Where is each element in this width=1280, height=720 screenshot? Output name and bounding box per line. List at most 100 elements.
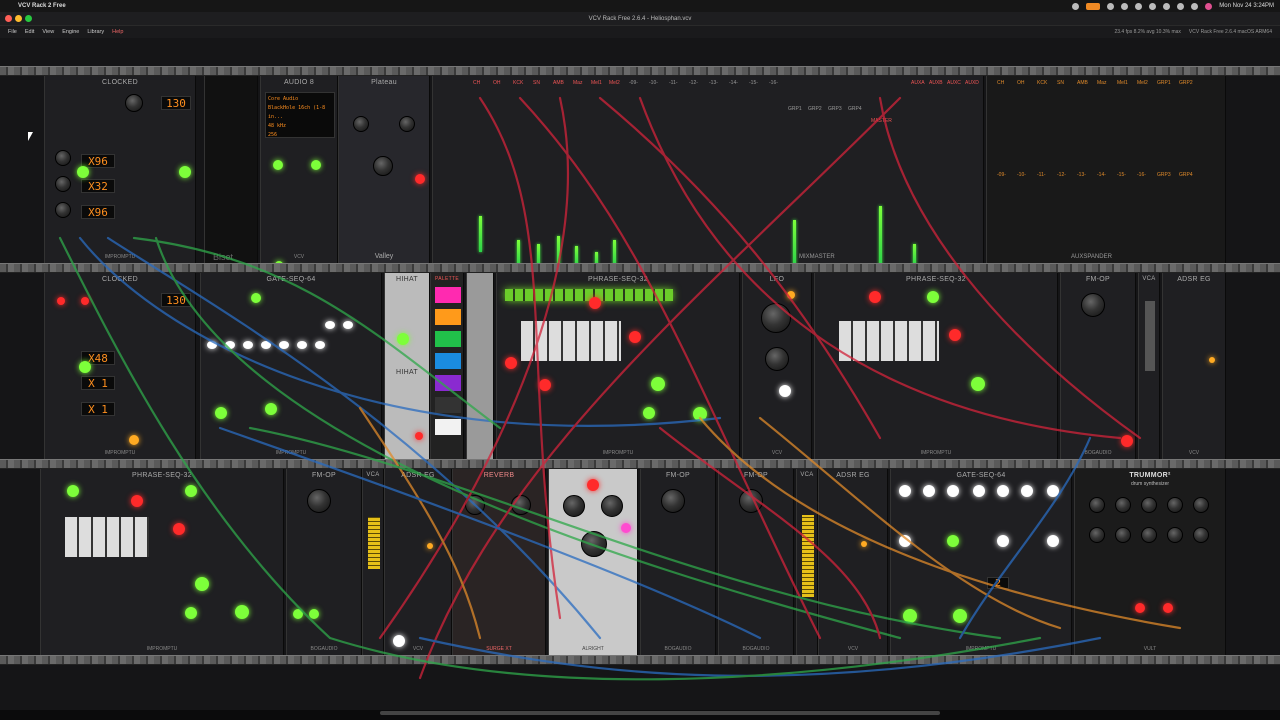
gate-step-led[interactable]	[343, 321, 353, 329]
wifi-icon[interactable]	[1163, 2, 1171, 10]
sample-rate[interactable]: 48 kHz	[268, 122, 332, 131]
track-label[interactable]: -14-	[729, 80, 738, 86]
palette-swatch[interactable]	[435, 309, 461, 325]
gate-step-led[interactable]	[1021, 485, 1033, 497]
gate-step-led[interactable]	[243, 341, 253, 349]
bluetooth-icon[interactable]	[1149, 2, 1157, 10]
run-led[interactable]	[77, 166, 89, 178]
group-label[interactable]: GRP4	[848, 106, 862, 112]
hihat-module[interactable]: HIHAT	[384, 273, 430, 366]
audio-device-display[interactable]: Core Audio BlackHole 16ch (1-8 in... 48 …	[265, 92, 335, 138]
menu-library[interactable]: Library	[87, 29, 104, 35]
fm-op-module[interactable]: FM-OP BOGAUDIO	[286, 469, 362, 655]
group-label[interactable]: GRP1	[788, 106, 802, 112]
group-label[interactable]: GRP2	[808, 106, 822, 112]
gate-step-led[interactable]	[899, 485, 911, 497]
track-label[interactable]: AMB	[553, 80, 564, 86]
gate-step-led[interactable]	[325, 321, 335, 329]
gate-step-led[interactable]	[899, 535, 911, 547]
adsr-module[interactable]: ADSR EG VCV	[1162, 273, 1226, 459]
vca-module[interactable]: VCA	[1138, 273, 1160, 459]
menubar-clock[interactable]: Mon Nov 24 3:24PM	[1219, 3, 1274, 9]
control-center-icon[interactable]	[1191, 2, 1199, 10]
pitch-knob[interactable]	[307, 489, 331, 513]
track-label[interactable]: -09-	[629, 80, 638, 86]
phrase-seq-32-module[interactable]: PHRASE-SEQ-32 IMPROMPTU	[40, 469, 284, 655]
ratio-knob[interactable]	[55, 150, 71, 166]
gate-step-led[interactable]	[923, 485, 935, 497]
plateau-reverb-module[interactable]: Plateau Valley	[338, 76, 430, 263]
track-label[interactable]: Mel2	[609, 80, 620, 86]
palette-swatch[interactable]	[435, 397, 461, 413]
group-label[interactable]: GRP3	[828, 106, 842, 112]
tempo-knob[interactable]	[125, 94, 143, 112]
gate-step-led[interactable]	[947, 485, 959, 497]
tone-knob[interactable]	[1141, 527, 1157, 543]
aux-label[interactable]: AUXC	[947, 80, 961, 86]
keyboard[interactable]	[839, 321, 939, 361]
menu-view[interactable]: View	[42, 29, 54, 35]
run-led[interactable]	[971, 377, 985, 391]
lfo-module[interactable]: LFO VCV	[742, 273, 812, 459]
phrase-seq-32-module[interactable]: PHRASE-SEQ-32 IMPROMPTU	[496, 273, 740, 459]
horizontal-scrollbar[interactable]	[380, 711, 940, 715]
fm-op-module[interactable]: FM-OP BOGAUDIO	[1060, 273, 1136, 459]
track-label[interactable]: SN	[533, 80, 540, 86]
run-led[interactable]	[265, 403, 277, 415]
track-label[interactable]: Maz	[573, 80, 582, 86]
fm-op-module[interactable]: FM-OP BOGAUDIO	[640, 469, 716, 655]
recording-icon[interactable]	[1086, 2, 1101, 10]
gate-step-led[interactable]	[315, 341, 325, 349]
decay-knob[interactable]	[511, 495, 531, 515]
clocked-module[interactable]: CLOCKED 130 X96 X32 X96 IMPROMPTU	[44, 76, 196, 263]
palette-swatch[interactable]	[435, 375, 461, 391]
adsr-module[interactable]: ADSR EG VCV	[384, 469, 452, 655]
palette-swatch[interactable]	[435, 331, 461, 347]
step-led[interactable]	[67, 485, 79, 497]
mode-led[interactable]	[505, 357, 517, 369]
decay-knob[interactable]	[1193, 527, 1209, 543]
resonance-knob[interactable]	[601, 495, 623, 517]
frequency-knob[interactable]	[761, 303, 791, 333]
block-size[interactable]: 256	[268, 131, 332, 140]
gate-step-led[interactable]	[997, 485, 1009, 497]
step-led[interactable]	[131, 495, 143, 507]
keyboard[interactable]	[521, 321, 621, 361]
status-icon[interactable]	[1121, 2, 1129, 10]
pulse-width-knob[interactable]	[765, 347, 789, 371]
fm-op-module[interactable]: FM-OP BOGAUDIO	[718, 469, 794, 655]
vca-module[interactable]: VCA	[362, 469, 384, 655]
track-label[interactable]: OH	[493, 80, 501, 86]
gate-step-led[interactable]	[1047, 485, 1059, 497]
rack-canvas[interactable]: CLOCKED 130 X96 X32 X96 IMPROMPTU Biset …	[0, 38, 1280, 710]
decay-knob[interactable]	[1115, 527, 1131, 543]
step-led[interactable]	[185, 485, 197, 497]
level-knob[interactable]	[1089, 497, 1105, 513]
gate-step-led[interactable]	[997, 535, 1009, 547]
pitch-knob[interactable]	[661, 489, 685, 513]
audio-device[interactable]: BlackHole 16ch (1-8 in...	[268, 104, 332, 122]
mixmaster-module[interactable]: MIXMASTER CH OH KCK SN AMB Maz Mel1 Mel2…	[432, 76, 984, 263]
level-slider[interactable]	[1145, 301, 1155, 371]
clocked-module[interactable]: CLOCKED 130 X48 X 1 X 1 IMPROMPTU	[44, 273, 196, 459]
gate-step-led[interactable]	[251, 293, 261, 303]
aux-label[interactable]: AUXD	[965, 80, 979, 86]
gate-seq-64-module[interactable]: GATE-SEQ-64 IMPROMPTU	[200, 273, 382, 459]
track-label[interactable]: -11-	[669, 80, 678, 86]
menu-file[interactable]: File	[8, 29, 17, 35]
gate-led[interactable]	[173, 523, 185, 535]
keyboard[interactable]	[65, 517, 149, 557]
step-led[interactable]	[589, 297, 601, 309]
frequency-knob[interactable]	[581, 531, 607, 557]
volume-icon[interactable]	[1135, 2, 1143, 10]
reset-led[interactable]	[57, 297, 65, 305]
attack-knob[interactable]	[1167, 527, 1183, 543]
track-label[interactable]: CH	[473, 80, 480, 86]
app-menu-name[interactable]: VCV Rack 2 Free	[18, 3, 66, 9]
menu-help[interactable]: Help	[112, 29, 123, 35]
step-led[interactable]	[927, 291, 939, 303]
phrase-seq-32-module[interactable]: PHRASE-SEQ-32 IMPROMPTU	[814, 273, 1058, 459]
vca-module[interactable]: VCA	[796, 469, 818, 655]
run-led[interactable]	[195, 577, 209, 591]
palette-swatch[interactable]	[435, 287, 461, 303]
